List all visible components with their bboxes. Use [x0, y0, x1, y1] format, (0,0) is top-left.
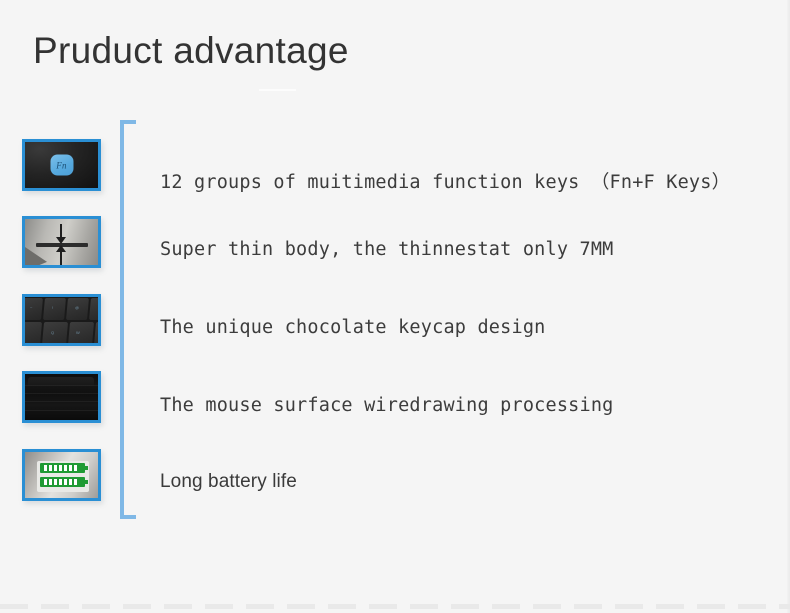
feature-text: The mouse surface wiredrawing processing	[160, 395, 614, 416]
bracket-stem	[120, 120, 124, 519]
feature-item-thin-body: Super thin body, the thinnestat only 7MM	[160, 239, 614, 260]
wedge-shape	[25, 247, 47, 265]
keycap	[67, 322, 95, 343]
thinness-arrows-icon	[25, 219, 98, 265]
wire-streak	[25, 410, 98, 411]
keycap-glyph: !	[52, 305, 54, 310]
feature-text: Long battery life	[160, 471, 297, 492]
arrow-up-icon	[56, 245, 66, 265]
thumbnail-fn-key[interactable]: Fn	[22, 139, 101, 191]
title-highlight-rule	[259, 89, 296, 91]
battery-cells	[44, 479, 78, 485]
keycap-glyph: Q	[51, 330, 55, 335]
feature-item-keycap-design: The unique chocolate keycap design	[160, 317, 546, 338]
thumbnail-keycaps[interactable]: ~ ! @ Q W	[22, 294, 101, 346]
thumbnail-mouse-surface[interactable]	[22, 371, 101, 423]
feature-text: 12 groups of muitimedia function keys （F…	[160, 172, 731, 193]
battery-bar	[40, 463, 88, 473]
wire-streak	[25, 401, 98, 402]
chocolate-keycaps-icon: ~ ! @ Q W	[25, 297, 98, 343]
feature-item-multimedia-keys: 12 groups of muitimedia function keys （F…	[160, 168, 730, 194]
battery-nub	[85, 480, 88, 484]
wire-streak	[25, 385, 98, 386]
thumbnail-thin-body[interactable]	[22, 216, 101, 268]
keycap-glyph: ~	[30, 305, 33, 310]
feature-item-battery-life: Long battery life	[160, 471, 297, 493]
keycap	[93, 322, 98, 343]
keycap-glyph: W	[76, 330, 80, 335]
battery-gauge-icon	[25, 452, 98, 498]
bracket-cap-bottom	[120, 515, 136, 519]
fn-key-icon: Fn	[25, 142, 98, 188]
fn-keycap-label: Fn	[50, 154, 73, 176]
keycap-glyph: @	[75, 305, 80, 310]
battery-cells	[44, 465, 78, 471]
keycap	[43, 298, 66, 320]
keycap	[89, 298, 98, 320]
page-title: Pruduct advantage	[33, 30, 349, 71]
feature-item-mouse-surface: The mouse surface wiredrawing processing	[160, 395, 614, 416]
thumbnail-battery[interactable]	[22, 449, 101, 501]
keycap	[25, 298, 43, 320]
bottom-dashed-rule	[0, 604, 790, 609]
feature-text: Super thin body, the thinnestat only 7MM	[160, 239, 614, 260]
battery-bar	[40, 477, 88, 487]
arrow-down-icon	[56, 224, 66, 244]
mouse-surface-icon	[25, 374, 98, 420]
keycap	[25, 322, 43, 343]
bracket-cap-top	[120, 120, 136, 124]
feature-text: The unique chocolate keycap design	[160, 317, 546, 338]
wire-streak	[25, 393, 98, 394]
left-accent-bracket	[120, 120, 136, 519]
battery-nub	[85, 466, 88, 470]
keycap	[41, 322, 69, 343]
